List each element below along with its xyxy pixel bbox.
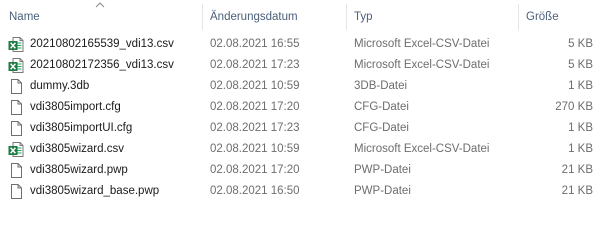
generic-file-icon xyxy=(8,183,24,200)
file-row[interactable]: 20210802165539_vdi13.csv 02.08.2021 16:55… xyxy=(0,34,606,55)
file-modified-date: 02.08.2021 17:20 xyxy=(210,164,300,176)
file-modified-date: 02.08.2021 16:50 xyxy=(210,185,300,197)
column-header-bar: Name Änderungsdatum Typ Größe xyxy=(0,0,606,32)
file-name: 20210802172356_vdi13.csv xyxy=(30,59,174,71)
file-type: CFG-Datei xyxy=(354,122,409,134)
file-modified-date: 02.08.2021 17:23 xyxy=(210,122,300,134)
file-size: 1 KB xyxy=(568,80,593,92)
file-size: 1 KB xyxy=(568,122,593,134)
file-modified-date: 02.08.2021 16:55 xyxy=(210,38,300,50)
column-divider[interactable] xyxy=(518,4,519,30)
generic-file-icon xyxy=(8,78,24,95)
file-size: 21 KB xyxy=(561,164,593,176)
file-modified-date: 02.08.2021 10:59 xyxy=(210,80,300,92)
column-header-type[interactable]: Typ xyxy=(354,0,373,32)
excel-csv-icon xyxy=(8,141,24,158)
file-size: 5 KB xyxy=(568,38,593,50)
file-name: vdi3805wizard.csv xyxy=(30,143,124,155)
column-header-name[interactable]: Name xyxy=(9,0,40,32)
file-type: CFG-Datei xyxy=(354,101,409,113)
file-name: dummy.3db xyxy=(30,80,90,92)
file-name: vdi3805importUI.cfg xyxy=(30,122,133,134)
file-row[interactable]: vdi3805wizard.csv 02.08.2021 10:59 Microso… xyxy=(0,139,606,160)
file-name: 20210802165539_vdi13.csv xyxy=(30,38,174,50)
column-header-date[interactable]: Änderungsdatum xyxy=(210,0,298,32)
file-row[interactable]: vdi3805importUI.cfg 02.08.2021 17:23 CFG-D… xyxy=(0,118,606,139)
file-type: Microsoft Excel-CSV-Datei xyxy=(354,143,490,155)
file-modified-date: 02.08.2021 10:59 xyxy=(210,143,300,155)
file-type: 3DB-Datei xyxy=(354,80,408,92)
file-row[interactable]: vdi3805wizard.pwp 02.08.2021 17:20 PWP-Dat… xyxy=(0,160,606,181)
file-row[interactable]: vdi3805import.cfg 02.08.2021 17:20 CFG-Dat… xyxy=(0,97,606,118)
file-row[interactable]: dummy.3db 02.08.2021 10:59 3DB-Datei 1 KB xyxy=(0,76,606,97)
excel-csv-icon xyxy=(8,36,24,53)
file-type: Microsoft Excel-CSV-Datei xyxy=(354,59,490,71)
file-type: PWP-Datei xyxy=(354,164,411,176)
excel-csv-icon xyxy=(8,57,24,74)
file-type: PWP-Datei xyxy=(354,185,411,197)
generic-file-icon xyxy=(8,120,24,137)
file-size: 1 KB xyxy=(568,143,593,155)
file-size: 270 KB xyxy=(555,101,593,113)
column-divider[interactable] xyxy=(202,4,203,30)
generic-file-icon xyxy=(8,162,24,179)
file-size: 21 KB xyxy=(561,185,593,197)
file-modified-date: 02.08.2021 17:23 xyxy=(210,59,300,71)
file-type: Microsoft Excel-CSV-Datei xyxy=(354,38,490,50)
generic-file-icon xyxy=(8,99,24,116)
file-row[interactable]: 20210802172356_vdi13.csv 02.08.2021 17:23… xyxy=(0,55,606,76)
column-divider[interactable] xyxy=(346,4,347,30)
file-modified-date: 02.08.2021 17:20 xyxy=(210,101,300,113)
file-row[interactable]: vdi3805wizard_base.pwp 02.08.2021 16:50 PW… xyxy=(0,181,606,202)
file-name: vdi3805wizard_base.pwp xyxy=(30,185,160,197)
file-name: vdi3805wizard.pwp xyxy=(30,164,128,176)
file-size: 5 KB xyxy=(568,59,593,71)
sort-ascending-icon xyxy=(95,2,105,8)
file-name: vdi3805import.cfg xyxy=(30,101,121,113)
column-header-size[interactable]: Größe xyxy=(526,0,559,32)
